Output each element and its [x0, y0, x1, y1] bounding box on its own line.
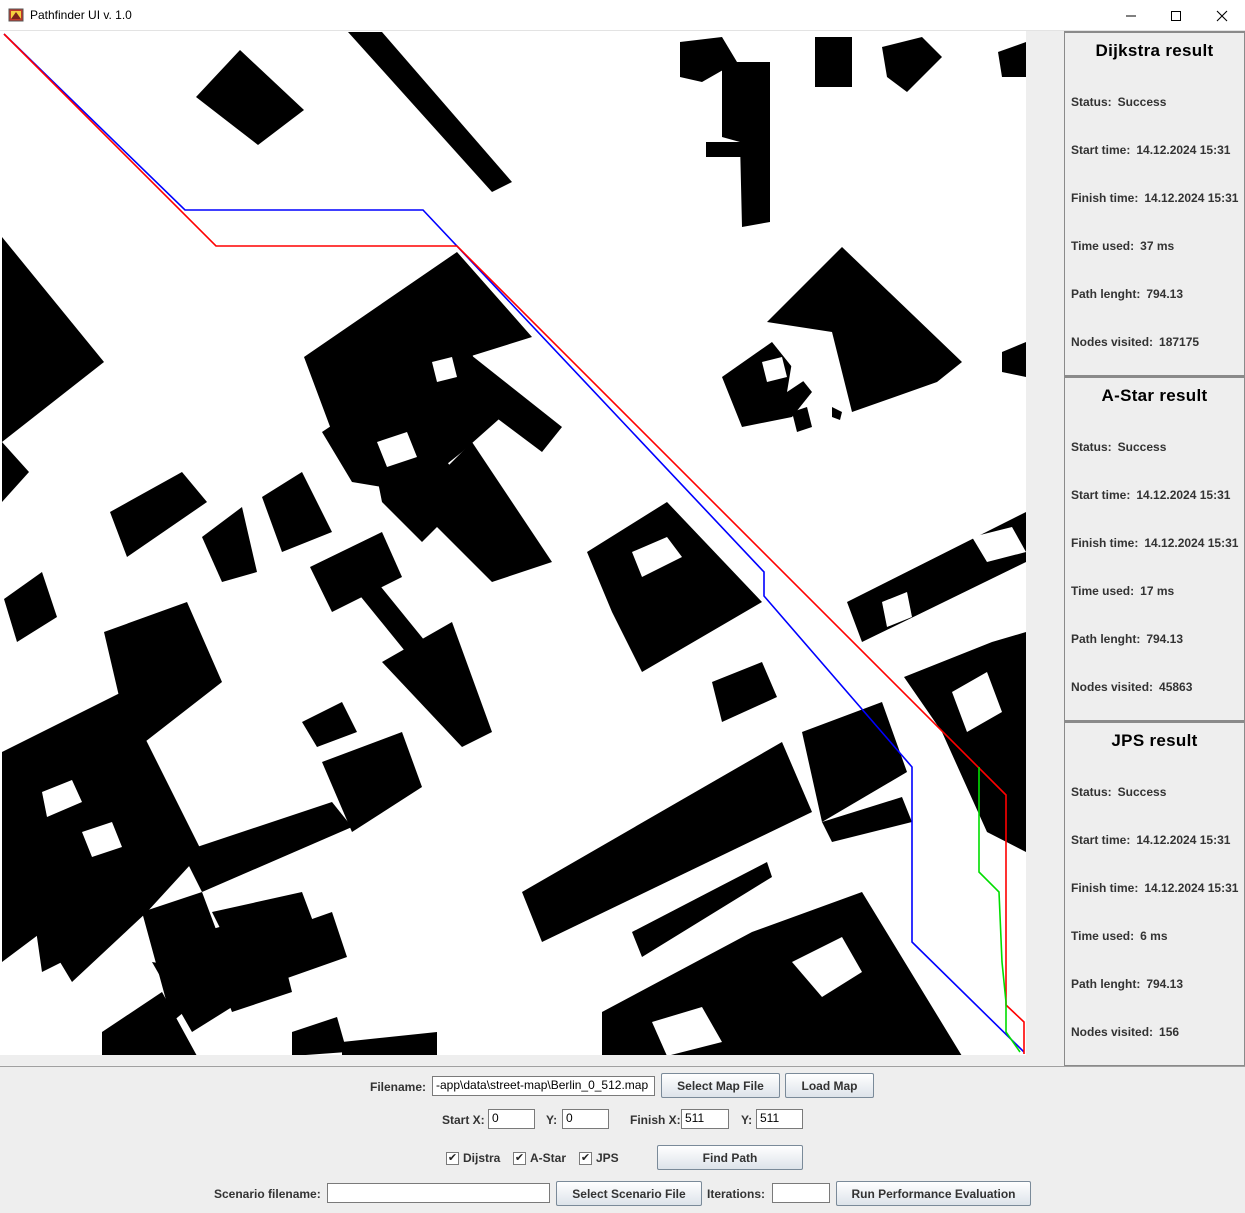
panel-title: JPS result [1111, 731, 1198, 750]
nodes-visited-value: 156 [1159, 1025, 1180, 1039]
scenario-filename-field[interactable] [327, 1183, 550, 1203]
check-icon: ✔ [446, 1151, 459, 1165]
astar-checkbox[interactable]: ✔ A-Star [513, 1151, 566, 1165]
load-map-button[interactable]: Load Map [785, 1073, 874, 1098]
status-row: Status: Success [1071, 95, 1167, 109]
finish-time-value: 14.12.2024 15:31 [1144, 881, 1239, 895]
finish-x-field[interactable]: 511 [681, 1109, 729, 1129]
nodes-visited-row: Nodes visited: 156 [1071, 1025, 1180, 1039]
path-length-value: 794.13 [1146, 977, 1184, 991]
panel-title: A-Star result [1101, 386, 1208, 405]
maximize-icon [1171, 10, 1181, 21]
path-length-row: Path lenght: 794.13 [1071, 977, 1184, 991]
map-panel[interactable] [0, 31, 1064, 1065]
start-x-field[interactable]: 0 [488, 1109, 535, 1129]
title-bar: Pathfinder UI v. 1.0 [0, 0, 1245, 31]
map-margin-bottom [0, 1055, 1064, 1065]
path-length-row: Path lenght: 794.13 [1071, 287, 1184, 301]
window-title: Pathfinder UI v. 1.0 [30, 8, 132, 22]
finish-time-value: 14.12.2024 15:31 [1144, 536, 1239, 550]
time-used-row: Time used: 17 ms [1071, 584, 1175, 598]
start-time-row: Start time: 14.12.2024 15:31 [1071, 488, 1231, 502]
path-length-row: Path lenght: 794.13 [1071, 632, 1184, 646]
astar-result-panel: A-Star result Status: Success Start time:… [1064, 376, 1245, 721]
select-map-file-button[interactable]: Select Map File [661, 1073, 780, 1098]
check-icon: ✔ [579, 1151, 592, 1165]
close-icon [1216, 10, 1228, 21]
finish-time-value: 14.12.2024 15:31 [1144, 191, 1239, 205]
filename-field[interactable]: -app\data\street-map\Berlin_0_512.map [432, 1076, 655, 1096]
check-icon: ✔ [513, 1151, 526, 1165]
start-time-row: Start time: 14.12.2024 15:31 [1071, 143, 1231, 157]
finish-x-label: Finish X: [630, 1113, 681, 1127]
start-time-value: 14.12.2024 15:31 [1136, 488, 1231, 502]
start-time-value: 14.12.2024 15:31 [1136, 143, 1231, 157]
results-panel: Dijkstra result Status: Success Start tim… [1064, 31, 1245, 1066]
minimize-button[interactable] [1108, 0, 1154, 31]
time-used-value: 37 ms [1140, 239, 1175, 253]
time-used-row: Time used: 37 ms [1071, 239, 1175, 253]
finish-y-field[interactable]: 511 [756, 1109, 803, 1129]
dijkstra-checkbox[interactable]: ✔ Dijstra [446, 1151, 500, 1165]
start-x-label: Start X: [442, 1113, 485, 1127]
start-y-field[interactable]: 0 [562, 1109, 609, 1129]
select-scenario-file-button[interactable]: Select Scenario File [556, 1181, 702, 1206]
run-performance-evaluation-button[interactable]: Run Performance Evaluation [836, 1181, 1031, 1206]
close-button[interactable] [1199, 0, 1245, 31]
filename-label: Filename: [370, 1080, 427, 1094]
map-margin [1026, 31, 1064, 1065]
status-value: Success [1117, 95, 1167, 109]
finish-time-row: Finish time: 14.12.2024 15:31 [1071, 191, 1239, 205]
status-value: Success [1117, 785, 1167, 799]
status-value: Success [1117, 440, 1167, 454]
nodes-visited-value: 45863 [1159, 680, 1193, 694]
panel-title: Dijkstra result [1095, 41, 1214, 60]
start-y-label: Y: [546, 1113, 558, 1127]
path-length-value: 794.13 [1146, 632, 1184, 646]
start-time-value: 14.12.2024 15:31 [1136, 833, 1231, 847]
finish-y-label: Y: [741, 1113, 753, 1127]
nodes-visited-row: Nodes visited: 45863 [1071, 680, 1193, 694]
maximize-button[interactable] [1153, 0, 1199, 31]
time-used-value: 17 ms [1140, 584, 1175, 598]
scenario-filename-label: Scenario filename: [214, 1187, 321, 1201]
status-row: Status: Success [1071, 785, 1167, 799]
nodes-visited-value: 187175 [1159, 335, 1200, 349]
controls-panel: Filename: -app\data\street-map\Berlin_0_… [0, 1066, 1245, 1213]
finish-time-row: Finish time: 14.12.2024 15:31 [1071, 536, 1239, 550]
minimize-icon [1126, 15, 1136, 16]
start-time-row: Start time: 14.12.2024 15:31 [1071, 833, 1231, 847]
map-canvas[interactable] [2, 32, 1026, 1056]
find-path-button[interactable]: Find Path [657, 1145, 803, 1170]
dijkstra-result-panel: Dijkstra result Status: Success Start tim… [1064, 31, 1245, 376]
jps-result-panel: JPS result Status: Success Start time: 14.… [1064, 721, 1245, 1066]
nodes-visited-row: Nodes visited: 187175 [1071, 335, 1200, 349]
iterations-label: Iterations: [707, 1187, 766, 1201]
jps-checkbox[interactable]: ✔ JPS [579, 1151, 619, 1165]
time-used-value: 6 ms [1140, 929, 1168, 943]
status-row: Status: Success [1071, 440, 1167, 454]
iterations-field[interactable] [772, 1183, 830, 1203]
path-length-value: 794.13 [1146, 287, 1184, 301]
finish-time-row: Finish time: 14.12.2024 15:31 [1071, 881, 1239, 895]
app-icon [8, 8, 24, 22]
time-used-row: Time used: 6 ms [1071, 929, 1168, 943]
